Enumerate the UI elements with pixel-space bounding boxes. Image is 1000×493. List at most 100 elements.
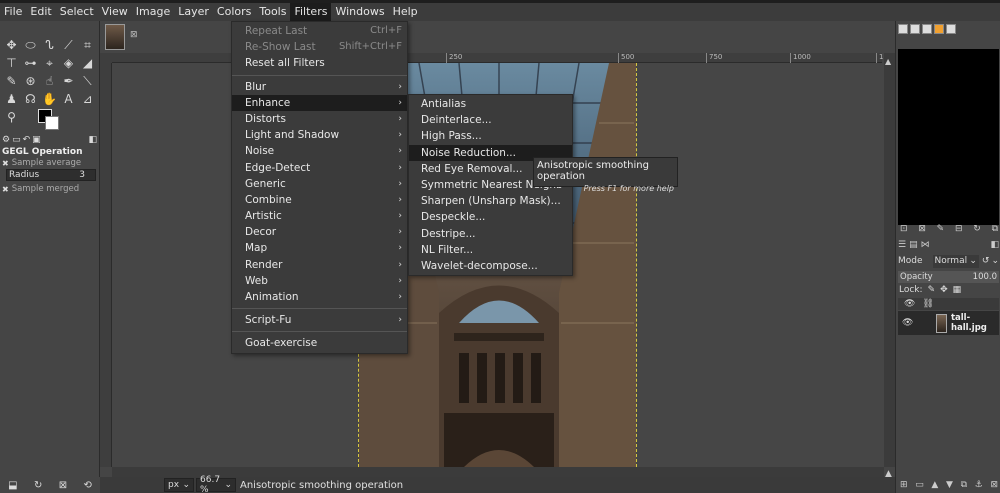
delete-icon[interactable]: ⊟ <box>955 224 963 234</box>
duplicate-layer-icon[interactable]: ⧉ <box>961 480 967 490</box>
vertical-ruler[interactable] <box>100 63 112 467</box>
menu-item-repeat-last[interactable]: Repeat Last Ctrl+F <box>232 23 407 39</box>
cage-tool-icon[interactable]: ⌖ <box>40 55 59 71</box>
lock-pixels-icon[interactable]: ✎ <box>928 285 936 295</box>
edit-icon[interactable]: ✎ <box>937 224 945 234</box>
clone-tool-icon[interactable]: ⊛ <box>21 73 40 89</box>
menu-select[interactable]: Select <box>56 3 98 21</box>
zoom-tool-icon[interactable]: ⚲ <box>2 109 21 125</box>
path-tool-icon[interactable]: ✒ <box>59 73 78 89</box>
paintbrush-icon[interactable]: ✎ <box>2 73 21 89</box>
lock-position-icon[interactable]: ✥ <box>940 285 948 295</box>
palettes-tab-icon[interactable] <box>946 24 956 34</box>
layer-row[interactable]: 👁 tall-hall.jpg <box>898 311 999 335</box>
sample-merged-checkbox[interactable]: ✖ <box>2 185 9 194</box>
device-status-tab-icon[interactable]: ▭ <box>12 135 21 145</box>
free-select-icon[interactable]: ᔐ <box>40 37 59 53</box>
menu-item-edge-detect[interactable]: Edge-Detect › <box>232 160 407 176</box>
menu-item-web[interactable]: Web › <box>232 273 407 289</box>
menu-item-noise[interactable]: Noise › <box>232 143 407 159</box>
warp-tool-icon[interactable]: ⊶ <box>21 55 40 71</box>
images-tab-icon[interactable]: ▣ <box>32 135 41 145</box>
unit-select[interactable]: px ⌄ <box>164 478 194 492</box>
menu-item-generic[interactable]: Generic › <box>232 176 407 192</box>
menu-filters[interactable]: Filters <box>290 3 332 21</box>
menu-windows[interactable]: Windows <box>331 3 388 21</box>
sample-average-checkbox[interactable]: ✖ <box>2 159 9 168</box>
fonts-tab-icon[interactable] <box>922 24 932 34</box>
restore-options-icon[interactable]: ↻ <box>34 480 42 491</box>
menu-file[interactable]: File <box>0 3 26 21</box>
sample-average-option[interactable]: ✖ Sample average <box>2 158 81 168</box>
menu-item-nl-filter[interactable]: NL Filter... <box>409 242 572 258</box>
color-swatches[interactable] <box>38 109 62 133</box>
menu-item-script-fu[interactable]: Script-Fu › <box>232 312 407 328</box>
menu-item-distorts[interactable]: Distorts › <box>232 111 407 127</box>
menu-item-antialias[interactable]: Antialias <box>409 96 572 112</box>
open-icon[interactable]: ⧉ <box>992 224 998 234</box>
fuzzy-select-icon[interactable]: ⟋ <box>59 37 78 53</box>
menu-layer[interactable]: Layer <box>174 3 213 21</box>
menu-item-despeckle[interactable]: Despeckle... <box>409 209 572 225</box>
menu-item-reshow-last[interactable]: Re-Show Last Shift+Ctrl+F <box>232 39 407 55</box>
menu-tools[interactable]: Tools <box>255 3 290 21</box>
lock-alpha-icon[interactable]: ▦ <box>953 285 962 295</box>
transform-tool-icon[interactable]: ⊤ <box>2 55 21 71</box>
save-options-icon[interactable]: ⬓ <box>8 480 17 491</box>
undo-history-tab-icon[interactable]: ↶ <box>23 135 31 145</box>
new-layer-icon[interactable]: ⊞ <box>900 480 908 490</box>
new-brush-icon[interactable]: ⊡ <box>900 224 908 234</box>
menu-item-destripe[interactable]: Destripe... <box>409 226 572 242</box>
layers-tab-icon[interactable]: ☰ <box>898 240 906 252</box>
zoom-select[interactable]: 66.7 % ⌄ <box>196 475 236 493</box>
new-group-icon[interactable]: ▭ <box>915 480 924 490</box>
chevron-down-icon[interactable]: ⌄ <box>991 256 999 266</box>
menu-help[interactable]: Help <box>389 3 422 21</box>
eraser-tool-icon[interactable]: ◢ <box>78 55 97 71</box>
lower-layer-icon[interactable]: ▼ <box>946 480 953 490</box>
heal-tool-icon[interactable]: ✋ <box>40 91 59 107</box>
menu-edit[interactable]: Edit <box>26 3 55 21</box>
paths-tab-icon[interactable]: ⋈ <box>921 240 930 252</box>
image-tab-thumbnail[interactable] <box>105 24 125 50</box>
vertical-scrollbar[interactable]: ▲ ▲ <box>884 53 895 479</box>
brushes-tab-icon[interactable] <box>898 24 908 34</box>
delete-layer-icon[interactable]: ⊠ <box>990 480 998 490</box>
radius-spinner[interactable]: Radius 3 <box>6 169 96 181</box>
move-tool-icon[interactable]: ✥ <box>2 37 21 53</box>
menu-item-render[interactable]: Render › <box>232 257 407 273</box>
ink-tool-icon[interactable]: ☊ <box>21 91 40 107</box>
configure-tab-icon[interactable]: ◧ <box>88 135 97 145</box>
menu-item-blur[interactable]: Blur › <box>232 79 407 95</box>
background-color[interactable] <box>45 116 59 130</box>
bucket-fill-icon[interactable]: ◈ <box>59 55 78 71</box>
gradients-tab-icon[interactable] <box>934 24 944 34</box>
ellipse-select-icon[interactable]: ⬭ <box>21 37 40 53</box>
raise-layer-icon[interactable]: ▲ <box>931 480 938 490</box>
mode-reset-icon[interactable]: ↺ <box>982 256 990 266</box>
ruler-corner[interactable] <box>100 53 112 63</box>
menu-item-decor[interactable]: Decor › <box>232 224 407 240</box>
menu-item-artistic[interactable]: Artistic › <box>232 208 407 224</box>
menu-view[interactable]: View <box>98 3 132 21</box>
horizontal-scrollbar[interactable] <box>112 467 884 477</box>
tool-options-tab-icon[interactable]: ⚙ <box>2 135 10 145</box>
refresh-icon[interactable]: ↻ <box>973 224 981 234</box>
anchor-layer-icon[interactable]: ⚓ <box>975 480 983 490</box>
opacity-slider[interactable]: Opacity 100.0 <box>898 271 999 283</box>
close-tab-icon[interactable]: ⊠ <box>130 30 138 40</box>
configure-layers-icon[interactable]: ◧ <box>990 240 999 252</box>
menu-item-enhance[interactable]: Enhance › <box>232 94 407 111</box>
patterns-tab-icon[interactable] <box>910 24 920 34</box>
menu-item-reset-all-filters[interactable]: Reset all Filters <box>232 55 407 71</box>
horizontal-ruler[interactable]: 250 500 750 1000 1250 <box>112 53 897 63</box>
eye-icon[interactable]: 👁 <box>902 318 914 328</box>
layer-name[interactable]: tall-hall.jpg <box>951 313 999 333</box>
menu-item-wavelet-decompose[interactable]: Wavelet-decompose... <box>409 258 572 274</box>
dodge-tool-icon[interactable]: ♟ <box>2 91 21 107</box>
menu-item-high-pass[interactable]: High Pass... <box>409 128 572 144</box>
menu-item-animation[interactable]: Animation › <box>232 289 407 305</box>
measure-tool-icon[interactable]: ⊿ <box>78 91 97 107</box>
menu-image[interactable]: Image <box>132 3 174 21</box>
scroll-up-icon[interactable]: ▲ <box>885 57 891 66</box>
